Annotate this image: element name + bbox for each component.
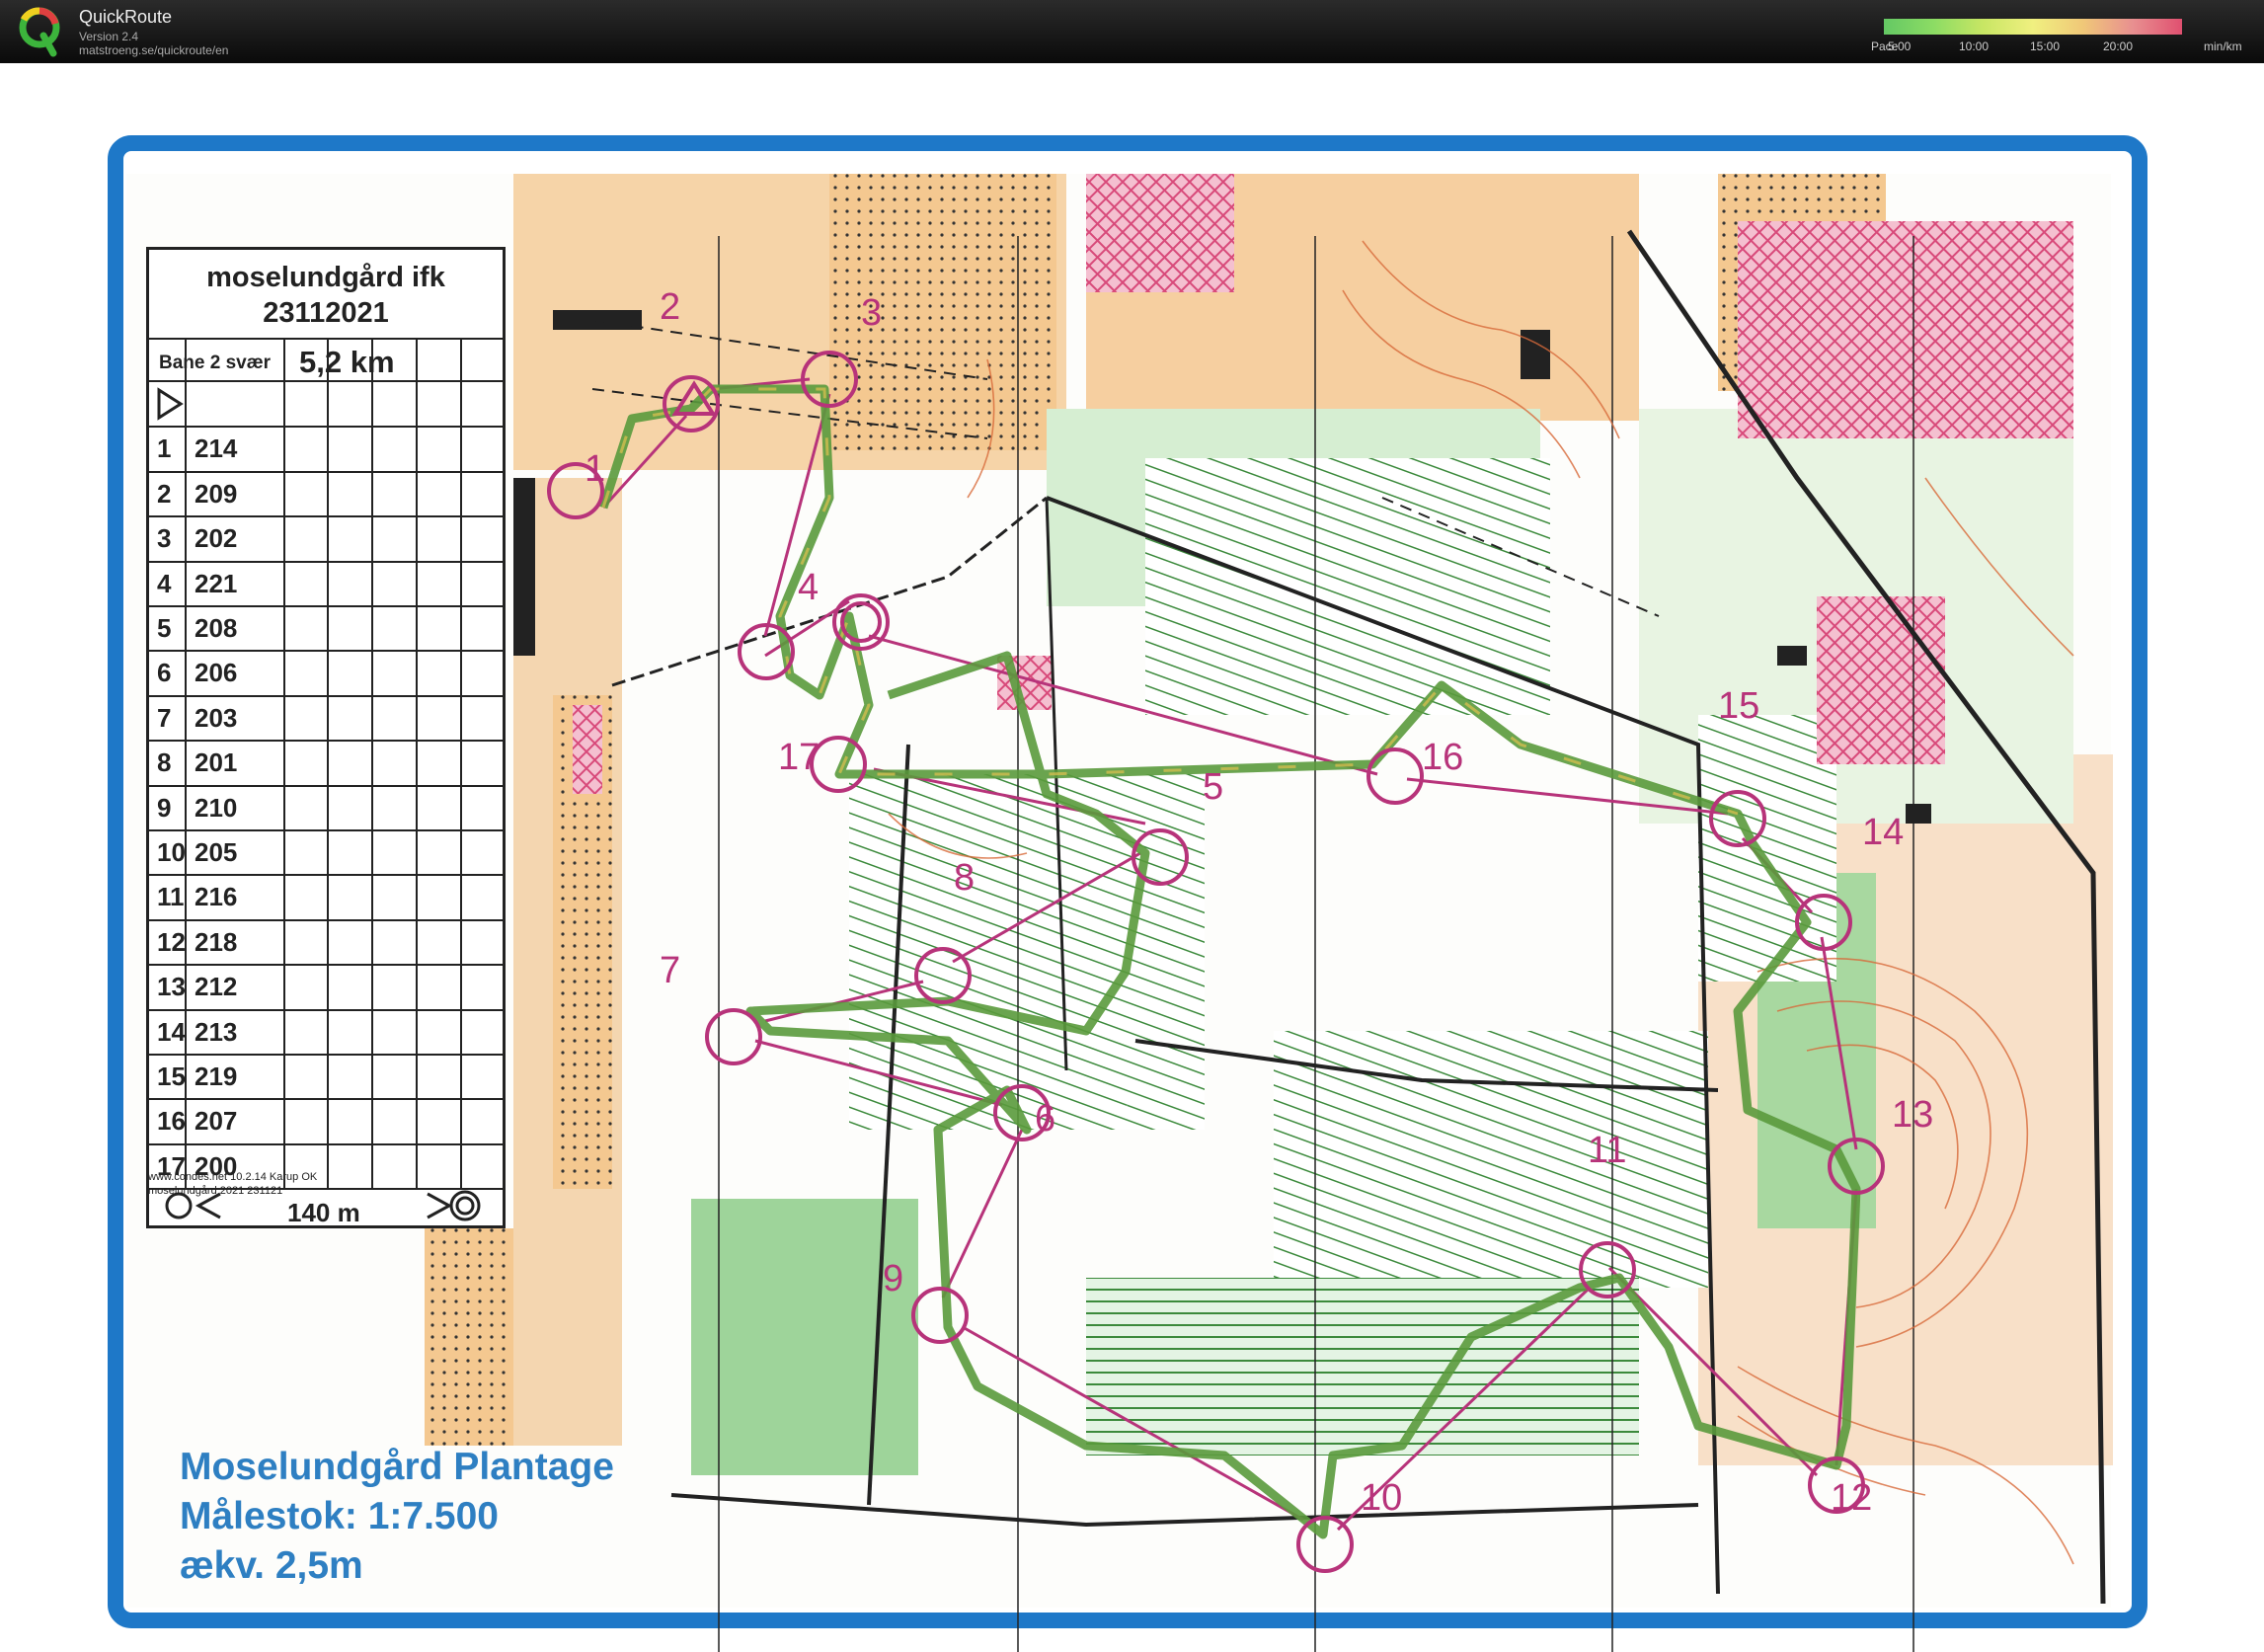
start-symbol <box>157 387 184 421</box>
finish-symbol <box>455 1196 475 1216</box>
control-number-13: 13 <box>1892 1094 1934 1136</box>
urban-area <box>1738 221 2073 438</box>
description-symbols <box>157 387 481 1221</box>
control-number-17: 17 <box>778 737 820 778</box>
map-credit: www.condes.net 10.2.14 Karup OK <box>148 1171 318 1183</box>
control-number-4: 4 <box>798 567 820 608</box>
pace-tick: 10:00 <box>1959 39 1990 53</box>
plantation <box>1698 715 1836 982</box>
pace-unit: min/km <box>2204 39 2242 53</box>
finish-arrow <box>195 1192 221 1219</box>
building <box>1777 646 1807 666</box>
finish-arrow <box>427 1192 453 1219</box>
terrain-dots <box>425 1228 513 1446</box>
control-number-11: 11 <box>1588 1130 1627 1171</box>
control-number-8: 8 <box>954 857 976 899</box>
area-name: Moselundgård Plantage <box>180 1446 614 1488</box>
control-number-15: 15 <box>1718 685 1760 727</box>
control-number-10: 10 <box>1361 1477 1403 1519</box>
control-number-7: 7 <box>660 950 681 991</box>
control-number-6: 6 <box>1035 1098 1056 1140</box>
control-number-14: 14 <box>1862 812 1905 853</box>
finish-distance: 140 m <box>287 1198 360 1227</box>
pace-color-scale <box>1884 19 2182 35</box>
pace-tick: 20:00 <box>2103 39 2134 53</box>
finish-symbol <box>165 1192 193 1219</box>
control-description-sheet: moselundgård ifk 23112021 Bane 2 svær 5,… <box>146 247 506 1228</box>
control-number-9: 9 <box>883 1258 904 1299</box>
control-number-16: 16 <box>1422 737 1464 778</box>
urban-area <box>573 705 602 794</box>
pace-tick: 5:00 <box>1888 39 1912 53</box>
map-canvas[interactable]: 1 2 3 4 5 6 7 8 9 10 11 12 13 14 15 16 1… <box>0 63 2264 1652</box>
building <box>513 478 535 656</box>
quickroute-logo <box>19 7 60 57</box>
control-number-3: 3 <box>861 292 883 334</box>
control-number-5: 5 <box>1203 766 1224 808</box>
app-url: matstroeng.se/quickroute/en <box>79 43 229 57</box>
urban-area <box>1086 174 1234 292</box>
building <box>1906 804 1931 824</box>
control-number-12: 12 <box>1831 1477 1873 1519</box>
pace-tick: 15:00 <box>2030 39 2061 53</box>
app-title: QuickRoute <box>79 7 173 27</box>
app-version: Version 2.4 <box>79 30 139 43</box>
urban-area <box>1817 596 1945 764</box>
plantation <box>1145 458 1550 715</box>
map-scale: Målestok: 1:7.500 <box>180 1495 499 1537</box>
map-credit: moselundgård 2021 231121 <box>148 1185 283 1197</box>
contour-interval: ækv. 2,5m <box>180 1544 363 1587</box>
quickroute-header: QuickRoute Version 2.4 matstroeng.se/qui… <box>0 0 2264 63</box>
plantation <box>1086 1278 1639 1455</box>
finish-symbol <box>449 1190 481 1221</box>
control-number-2: 2 <box>660 286 681 328</box>
control-number-1: 1 <box>585 448 606 490</box>
